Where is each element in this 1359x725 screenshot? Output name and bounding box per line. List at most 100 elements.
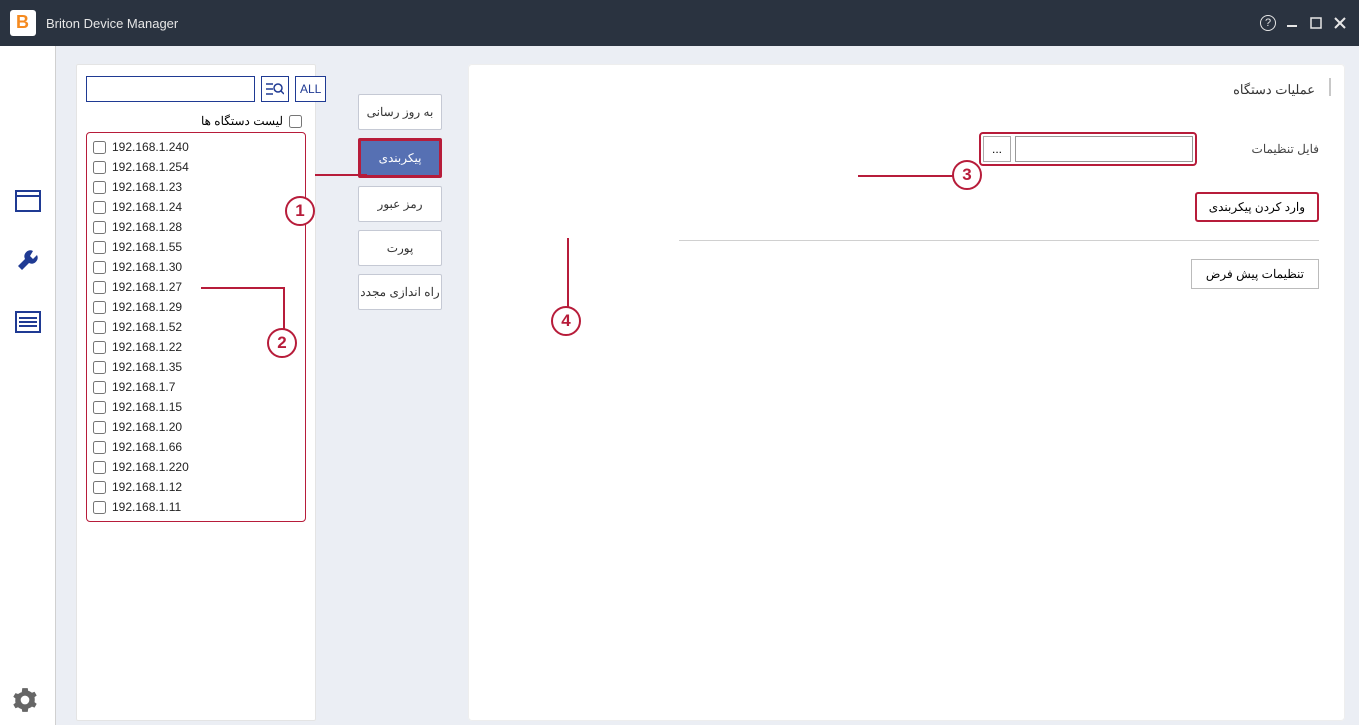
device-item[interactable]: 192.168.1.55 xyxy=(93,237,299,257)
tab-update[interactable]: به روز رسانی xyxy=(358,94,442,130)
device-item[interactable]: 192.168.1.52 xyxy=(93,317,299,337)
callout-1-line xyxy=(315,174,367,176)
device-checkbox[interactable] xyxy=(93,501,106,514)
wrench-icon[interactable] xyxy=(12,246,44,278)
device-checkbox[interactable] xyxy=(93,461,106,474)
device-item[interactable]: 192.168.1.35 xyxy=(93,357,299,377)
device-checkbox[interactable] xyxy=(93,241,106,254)
operations-title: عملیات دستگاه xyxy=(494,82,1319,98)
device-checkbox[interactable] xyxy=(93,381,106,394)
select-all-checkbox[interactable] xyxy=(289,115,302,128)
file-input-group: ... xyxy=(979,132,1197,166)
device-ip: 192.168.1.11 xyxy=(112,500,181,514)
tab-port[interactable]: پورت xyxy=(358,230,442,266)
device-item[interactable]: 192.168.1.29 xyxy=(93,297,299,317)
minimize-button[interactable] xyxy=(1283,14,1301,32)
file-row: فایل تنظیمات ... xyxy=(494,132,1319,166)
device-checkbox[interactable] xyxy=(93,441,106,454)
device-checkbox[interactable] xyxy=(93,261,106,274)
maximize-button[interactable] xyxy=(1307,14,1325,32)
window-controls: ? xyxy=(1259,14,1349,32)
device-item[interactable]: 192.168.1.15 xyxy=(93,397,299,417)
device-ip: 192.168.1.29 xyxy=(112,300,182,314)
device-item[interactable]: 192.168.1.12 xyxy=(93,477,299,497)
device-ip: 192.168.1.52 xyxy=(112,320,182,334)
close-button[interactable] xyxy=(1331,14,1349,32)
device-item[interactable]: 192.168.1.23 xyxy=(93,177,299,197)
device-list: 192.168.1.240 192.168.1.254 192.168.1.23 19… xyxy=(86,132,306,522)
search-row: ALL xyxy=(86,76,306,102)
titlebar-left: Briton Device Manager xyxy=(10,10,178,36)
device-checkbox[interactable] xyxy=(93,421,106,434)
device-ip: 192.168.1.24 xyxy=(112,200,182,214)
file-label: فایل تنظیمات xyxy=(1249,142,1319,156)
search-icon xyxy=(266,81,284,97)
browse-button[interactable]: ... xyxy=(983,136,1011,162)
device-item[interactable]: 192.168.1.240 xyxy=(93,137,299,157)
help-icon: ? xyxy=(1260,15,1276,31)
device-checkbox[interactable] xyxy=(93,401,106,414)
device-item[interactable]: 192.168.1.7 xyxy=(93,377,299,397)
list-icon[interactable] xyxy=(12,306,44,338)
operations-panel: عملیات دستگاه فایل تنظیمات ... وارد کردن… xyxy=(468,64,1345,721)
main-area: ALL لیست دستگاه ها 192.168.1.240192.168.… xyxy=(0,46,1359,725)
callout-2-line-h xyxy=(201,287,285,289)
device-ip: 192.168.1.55 xyxy=(112,240,182,254)
device-ip: 192.168.1.15 xyxy=(112,400,182,414)
callout-3: 3 xyxy=(952,160,982,190)
device-checkbox[interactable] xyxy=(93,341,106,354)
device-item[interactable]: 192.168.1.20 xyxy=(93,417,299,437)
device-ip: 192.168.1.12 xyxy=(112,480,182,494)
maximize-icon xyxy=(1309,16,1323,30)
device-checkbox[interactable] xyxy=(93,201,106,214)
left-rail xyxy=(0,46,56,725)
device-checkbox[interactable] xyxy=(93,141,106,154)
device-checkbox[interactable] xyxy=(93,481,106,494)
callout-1: 1 xyxy=(285,196,315,226)
device-ip: 192.168.1.27 xyxy=(112,280,182,294)
titlebar: Briton Device Manager ? xyxy=(0,0,1359,46)
settings-button[interactable] xyxy=(12,687,40,715)
device-item[interactable]: 192.168.1.220 xyxy=(93,457,299,477)
tab-password[interactable]: رمز عبور xyxy=(358,186,442,222)
device-item[interactable]: 192.168.1.11 xyxy=(93,497,299,517)
device-item[interactable]: 192.168.1.24 xyxy=(93,197,299,217)
device-item[interactable]: 192.168.1.66 xyxy=(93,437,299,457)
device-item[interactable]: 192.168.1.30 xyxy=(93,257,299,277)
search-button[interactable] xyxy=(261,76,289,102)
device-list-header: لیست دستگاه ها xyxy=(86,114,306,128)
device-ip: 192.168.1.240 xyxy=(112,140,189,154)
device-checkbox[interactable] xyxy=(93,161,106,174)
tab-reboot[interactable]: راه اندازی مجدد xyxy=(358,274,442,310)
callout-3-line xyxy=(858,175,954,177)
device-item[interactable]: 192.168.1.28 xyxy=(93,217,299,237)
device-checkbox[interactable] xyxy=(93,281,106,294)
device-panel: ALL لیست دستگاه ها 192.168.1.240192.168.… xyxy=(76,64,316,721)
help-button[interactable]: ? xyxy=(1259,14,1277,32)
device-checkbox[interactable] xyxy=(93,301,106,314)
divider xyxy=(679,240,1319,241)
device-checkbox[interactable] xyxy=(93,361,106,374)
file-input[interactable] xyxy=(1015,136,1193,162)
default-settings-button[interactable]: تنظیمات پیش فرض xyxy=(1191,259,1319,289)
device-ip: 192.168.1.22 xyxy=(112,340,182,354)
import-config-button[interactable]: وارد کردن پیکربندی xyxy=(1195,192,1319,222)
callout-4: 4 xyxy=(551,306,581,336)
gear-icon xyxy=(12,687,38,713)
search-input[interactable] xyxy=(86,76,255,102)
device-ip: 192.168.1.66 xyxy=(112,440,182,454)
window-icon[interactable] xyxy=(12,186,44,218)
device-ip: 192.168.1.220 xyxy=(112,460,189,474)
title-divider xyxy=(1329,78,1331,96)
device-list-header-label: لیست دستگاه ها xyxy=(201,114,283,128)
device-ip: 192.168.1.35 xyxy=(112,360,182,374)
tab-config[interactable]: پیکربندی xyxy=(358,138,442,178)
callout-2-line-v xyxy=(283,287,285,331)
device-item[interactable]: 192.168.1.254 xyxy=(93,157,299,177)
device-checkbox[interactable] xyxy=(93,221,106,234)
device-ip: 192.168.1.254 xyxy=(112,160,189,174)
device-ip: 192.168.1.20 xyxy=(112,420,182,434)
all-button[interactable]: ALL xyxy=(295,76,326,102)
device-checkbox[interactable] xyxy=(93,321,106,334)
device-checkbox[interactable] xyxy=(93,181,106,194)
